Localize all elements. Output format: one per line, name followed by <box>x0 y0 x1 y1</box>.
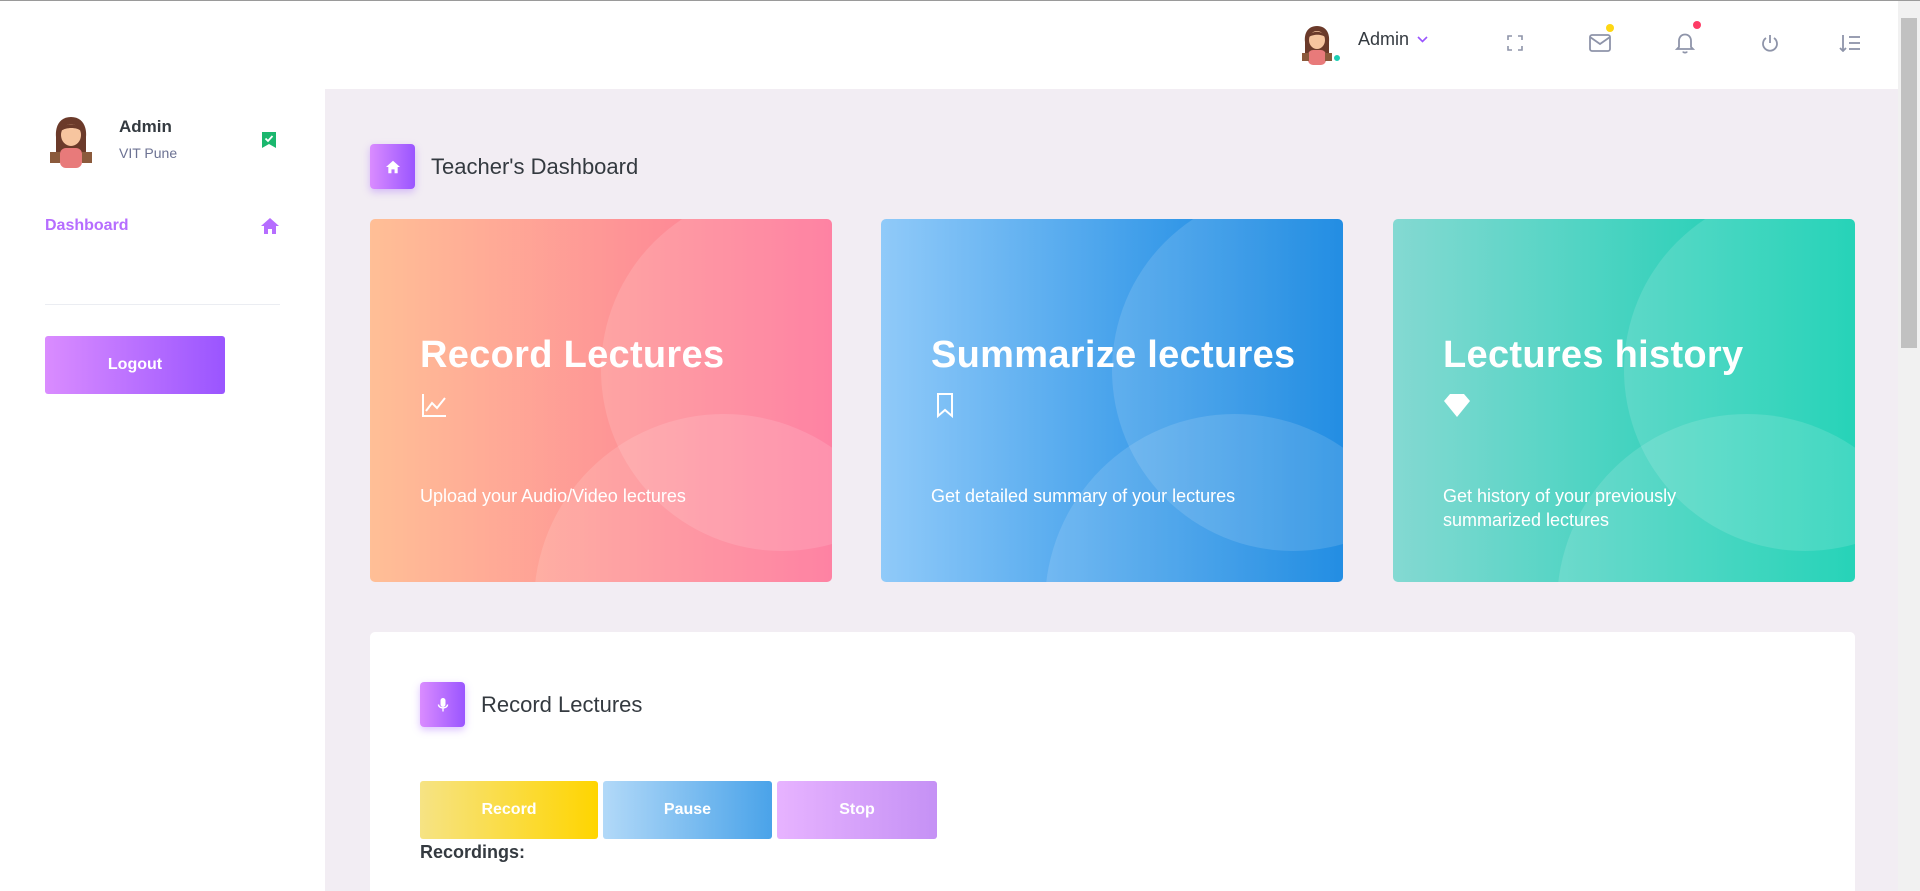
sidebar: Admin VIT Pune Dashboard Logout <box>0 89 325 891</box>
home-icon <box>261 218 279 234</box>
sidebar-profile-name: Admin <box>119 117 172 136</box>
menu-toggle-icon[interactable] <box>1838 31 1862 55</box>
diamond-icon <box>1443 391 1471 419</box>
record-lectures-panel: Record Lectures Record Pause Stop Record… <box>370 632 1855 891</box>
sidebar-profile-location: VIT Pune <box>119 145 178 161</box>
sidebar-profile[interactable]: Admin VIT Pune <box>45 114 177 168</box>
bell-notification-badge <box>1693 21 1701 29</box>
top-navbar: Admin <box>0 1 1898 89</box>
fullscreen-icon[interactable] <box>1503 31 1527 55</box>
card-title: Summarize lectures <box>931 334 1296 376</box>
home-icon <box>370 144 415 189</box>
lectures-history-card[interactable]: Lectures history Get history of your pre… <box>1393 219 1855 582</box>
card-description: Get detailed summary of your lectures <box>931 486 1236 506</box>
avatar-illustration-icon <box>50 117 92 168</box>
card-title: Lectures history <box>1443 334 1744 376</box>
record-section-header: Record Lectures <box>420 682 642 727</box>
main-content: Teacher's Dashboard Record Lectures Uplo… <box>325 89 1898 891</box>
bookmark-check-icon <box>262 132 276 148</box>
sidebar-divider <box>45 304 280 305</box>
chevron-down-icon <box>1417 32 1428 46</box>
online-status-dot <box>1332 53 1342 63</box>
record-button[interactable]: Record <box>420 781 598 839</box>
card-description: Get history of your previously summarize… <box>1443 486 1677 530</box>
recording-controls: Record Pause Stop <box>420 781 937 839</box>
navbar-username: Admin <box>1358 28 1410 49</box>
summarize-lectures-card[interactable]: Summarize lectures Get detailed summary … <box>881 219 1343 582</box>
page-title: Teacher's Dashboard <box>431 153 639 179</box>
card-description: Upload your Audio/Video lectures <box>420 486 686 506</box>
logout-button[interactable]: Logout <box>45 336 225 394</box>
page-header: Teacher's Dashboard <box>370 144 638 189</box>
scrollbar-thumb[interactable] <box>1901 18 1917 348</box>
mail-icon[interactable] <box>1588 24 1614 55</box>
card-title: Record Lectures <box>420 334 725 376</box>
record-section-title: Record Lectures <box>481 691 643 717</box>
microphone-icon <box>420 682 465 727</box>
pause-button[interactable]: Pause <box>603 781 772 839</box>
vertical-scrollbar[interactable] <box>1898 1 1920 891</box>
navbar-avatar <box>1296 23 1342 65</box>
sidebar-avatar <box>45 114 97 168</box>
sidebar-item-label: Dashboard <box>45 217 129 234</box>
mail-notification-badge <box>1606 24 1614 32</box>
stop-button[interactable]: Stop <box>777 781 937 839</box>
navbar-profile-dropdown[interactable]: Admin <box>1296 23 1428 65</box>
bell-icon[interactable] <box>1673 21 1701 55</box>
sidebar-item-dashboard[interactable]: Dashboard <box>45 217 280 235</box>
recordings-label: Recordings: <box>420 842 526 862</box>
chart-line-icon <box>420 391 448 419</box>
bookmark-icon <box>931 391 959 419</box>
record-lectures-card[interactable]: Record Lectures Upload your Audio/Video … <box>370 219 832 582</box>
power-icon[interactable] <box>1758 31 1782 55</box>
